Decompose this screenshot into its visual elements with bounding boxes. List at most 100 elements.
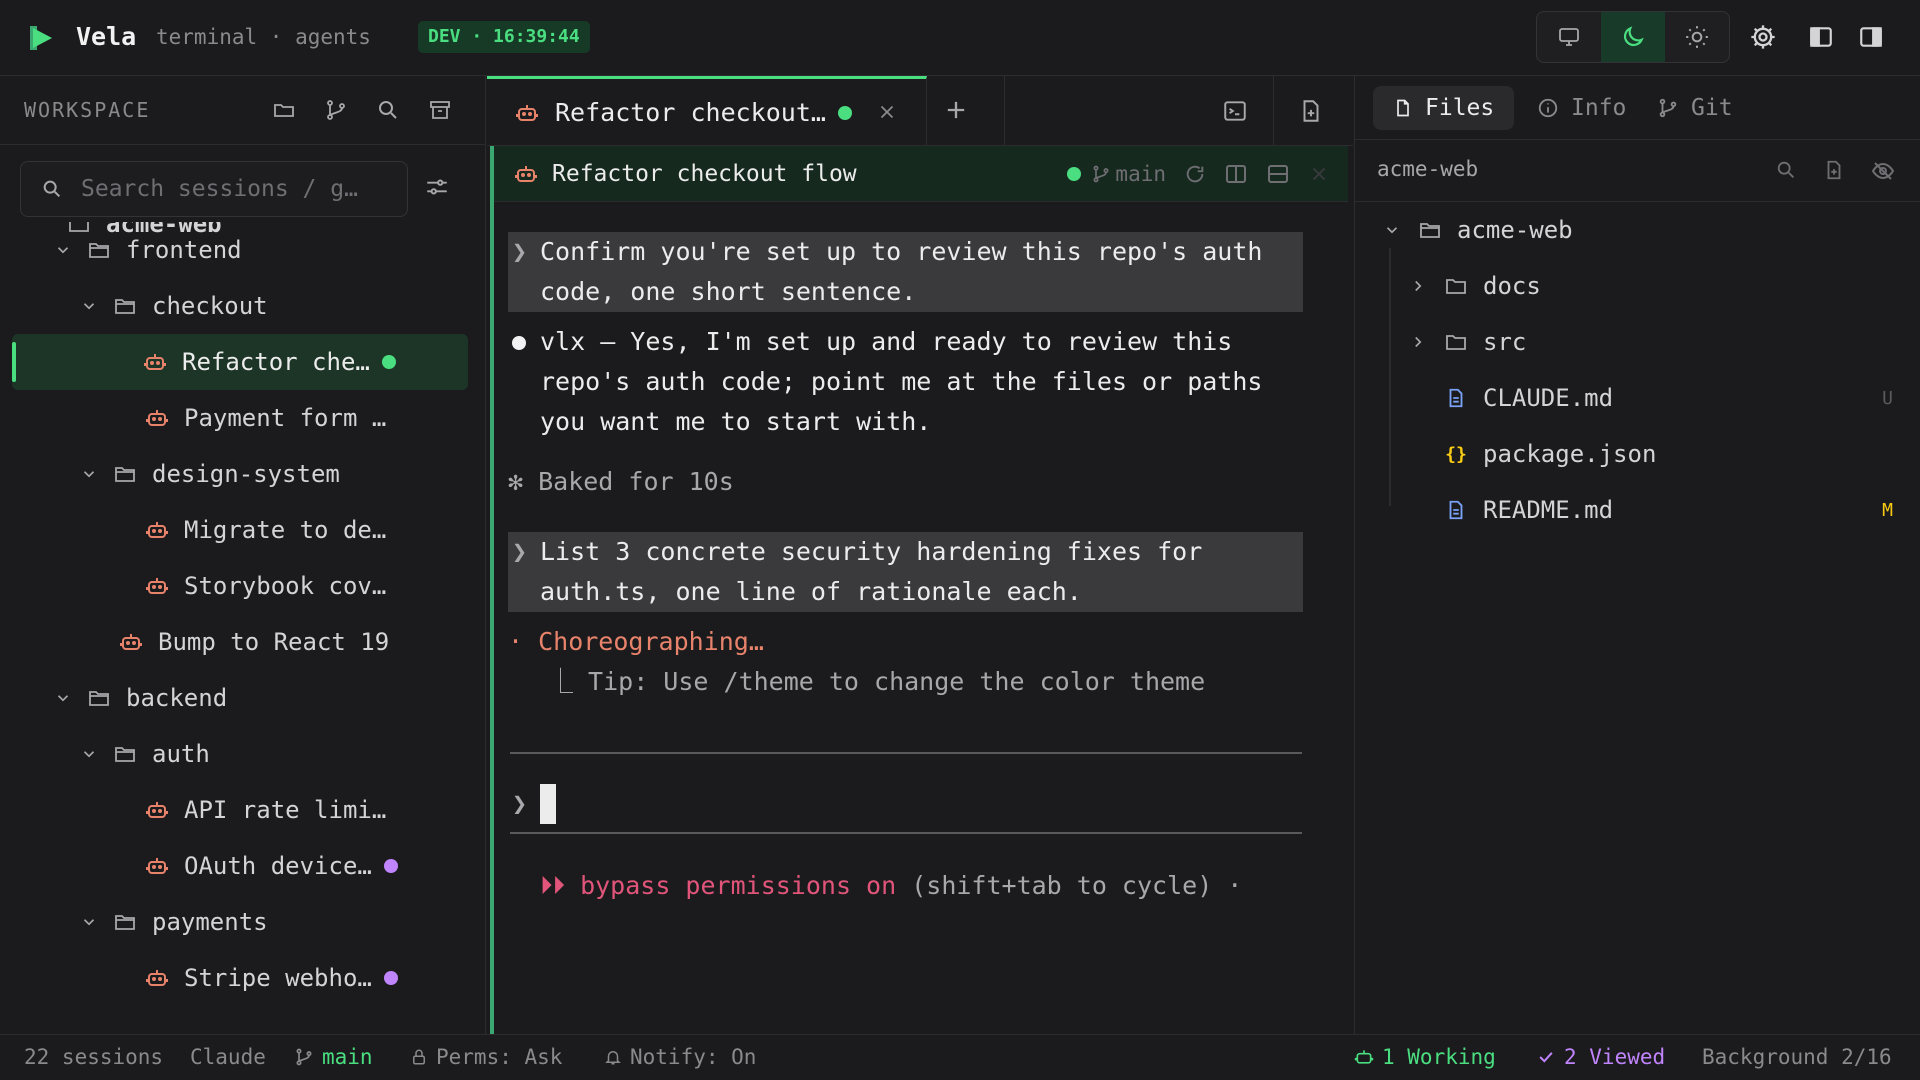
split-vertical-button[interactable] — [1224, 162, 1248, 186]
tab-files[interactable]: Files — [1373, 86, 1515, 130]
chevron-down-icon — [1381, 221, 1403, 239]
tab-info[interactable]: Info — [1517, 86, 1646, 130]
status-dot — [837, 105, 852, 120]
app-subtitle: terminal · agents — [156, 25, 371, 49]
theme-switcher — [1536, 11, 1730, 63]
robot-icon — [144, 853, 170, 879]
robot-icon — [516, 104, 538, 121]
baked-status: ✻ Baked for 10s — [508, 467, 734, 496]
toggle-left-panel-button[interactable] — [1806, 22, 1836, 52]
chevron-down-icon — [78, 295, 100, 317]
tree-folder-checkout[interactable]: checkout — [0, 278, 485, 334]
tree-folder-frontend[interactable]: frontend — [0, 222, 485, 278]
theme-dark-button[interactable] — [1601, 12, 1665, 62]
git-branch-icon — [1093, 165, 1109, 183]
folder-icon — [112, 293, 138, 319]
markdown-file-icon — [1443, 386, 1469, 410]
settings-button[interactable] — [1748, 22, 1778, 52]
file-row-readme-md[interactable]: README.md M — [1443, 482, 1920, 538]
theme-light-button[interactable] — [1665, 12, 1729, 62]
git-branch-icon — [296, 1048, 312, 1066]
file-plus-icon — [1303, 100, 1319, 122]
files-header: acme-web — [1355, 140, 1920, 202]
sun-icon — [1686, 26, 1708, 48]
robot-icon — [515, 165, 537, 182]
robot-icon — [144, 517, 170, 543]
env-badge: DEV · 16:39:44 — [418, 21, 590, 53]
tree-folder-design-system[interactable]: design-system — [0, 446, 485, 502]
divider — [1004, 76, 1005, 146]
robot-icon — [144, 573, 170, 599]
input-chevron: ❯ — [512, 789, 528, 818]
chevron-down-icon — [52, 687, 74, 709]
prompt-chevron: ❯ — [512, 537, 528, 566]
working-count[interactable]: 1 Working — [1354, 1045, 1496, 1069]
file-row-claude-md[interactable]: CLAUDE.md U — [1443, 370, 1920, 426]
file-row-docs[interactable]: docs — [1407, 258, 1541, 314]
tree-session-payment-form[interactable]: Payment form … — [0, 390, 485, 446]
file-row-acme-web[interactable]: acme-web — [1381, 202, 1573, 258]
tree-session-stripe-webhook[interactable]: Stripe webho… — [0, 950, 485, 1006]
search-files-button[interactable] — [1775, 159, 1797, 181]
perms-status[interactable]: Perms: Ask — [410, 1045, 562, 1069]
toggle-right-panel-button[interactable] — [1856, 22, 1886, 52]
tree-session-storybook[interactable]: Storybook cov… — [0, 558, 485, 614]
top-bar: Vela terminal · agents DEV · 16:39:44 — [0, 0, 1920, 76]
session-count: 22 sessions — [24, 1045, 164, 1069]
pane-header: Refactor checkout flow main — [494, 146, 1348, 202]
tree-session-oauth-device[interactable]: OAuth device… — [0, 838, 485, 894]
folder-icon — [1443, 330, 1469, 354]
archive-button[interactable] — [426, 96, 454, 124]
tree-session-refactor-checkout[interactable]: Refactor che… — [12, 334, 468, 390]
tab-refactor-checkout[interactable]: Refactor checkout… — [487, 76, 927, 146]
open-terminal-button[interactable] — [1222, 98, 1248, 124]
viewed-count[interactable]: 2 Viewed — [1536, 1045, 1665, 1069]
status-dot — [381, 355, 396, 369]
search-sessions-button[interactable] — [374, 96, 402, 124]
tree-label: payments — [152, 908, 268, 936]
file-row-package-json[interactable]: {} package.json — [1443, 426, 1656, 482]
tree-session-bump-react[interactable]: Bump to React 19 — [0, 614, 485, 670]
refresh-button[interactable] — [1184, 163, 1206, 185]
terminal-input-cursor[interactable] — [540, 784, 556, 824]
tree-label: Payment form … — [184, 404, 387, 432]
theme-system-button[interactable] — [1537, 12, 1601, 62]
folder-open-icon — [1417, 218, 1443, 242]
open-folder-button[interactable] — [270, 96, 298, 124]
tree-folder-auth[interactable]: auth — [0, 726, 485, 782]
tree-folder-backend[interactable]: backend — [0, 670, 485, 726]
terminal-icon — [1224, 101, 1246, 121]
close-pane-button[interactable] — [1308, 163, 1330, 185]
notify-label: Notify: On — [630, 1045, 757, 1069]
toggle-hidden-button[interactable] — [1871, 159, 1895, 183]
tab-git[interactable]: Git — [1637, 86, 1753, 130]
info-icon — [1538, 98, 1558, 118]
archive-icon — [430, 101, 450, 119]
close-tab-button[interactable] — [876, 101, 898, 123]
tree-session-api-rate-limit[interactable]: API rate limi… — [0, 782, 485, 838]
new-tab-button[interactable] — [942, 96, 970, 124]
tree-label: API rate limi… — [184, 796, 387, 824]
notify-status[interactable]: Notify: On — [604, 1045, 756, 1069]
folder-icon — [86, 685, 112, 711]
tree-folder-payments[interactable]: payments — [0, 894, 485, 950]
tree-label: design-system — [152, 460, 340, 488]
git-branch-button[interactable] — [322, 96, 350, 124]
permission-mode-line[interactable]: ⏵⏵ bypass permissions on (shift+tab to c… — [540, 866, 1242, 906]
file-row-src[interactable]: src — [1407, 314, 1526, 370]
branch-status[interactable]: main — [294, 1045, 373, 1069]
tree-session-migrate[interactable]: Migrate to de… — [0, 502, 485, 558]
chevron-down-icon — [78, 911, 100, 933]
search-sessions-input[interactable]: Search sessions / g… — [20, 161, 408, 217]
prompt-line: List 3 concrete security hardening fixes… — [540, 537, 1203, 566]
new-file-button[interactable] — [1298, 98, 1324, 124]
user-prompt-1: ❯ Confirm you're set up to review this r… — [508, 232, 1303, 312]
filter-button[interactable] — [424, 174, 450, 200]
new-file-button[interactable] — [1823, 159, 1845, 181]
status-dot — [383, 859, 398, 873]
split-horizontal-button[interactable] — [1266, 162, 1290, 186]
workspace-sidebar: WORKSPACE Search sessions / g… acme-web … — [0, 76, 486, 1034]
bell-icon — [605, 1051, 621, 1065]
tree-label: frontend — [126, 236, 242, 264]
pane-title: Refactor checkout flow — [552, 160, 857, 187]
